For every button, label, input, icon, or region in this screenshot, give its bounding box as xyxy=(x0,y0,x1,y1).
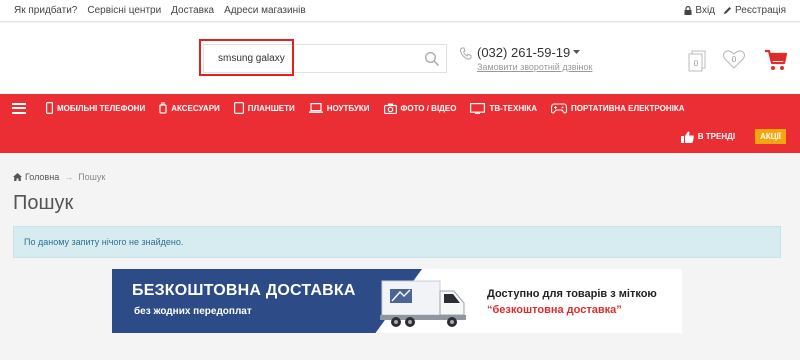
category-nav-row: МОБІЛЬНІ ТЕЛЕФОНИ АКСЕСУАРИ ПЛАНШЕТИ НОУ… xyxy=(12,102,699,114)
camera-icon xyxy=(383,103,397,114)
phone-block: (032) 261-59-19 Замовити зворотній дзвін… xyxy=(459,45,592,72)
breadcrumb-home[interactable]: Головна xyxy=(13,172,59,182)
banner-note-line2: “безкоштовна доставка” xyxy=(487,304,622,316)
menu-icon[interactable] xyxy=(12,102,26,114)
nav-item-label: ПОРТАТИВНА ЕЛЕКТРОНІКА xyxy=(570,103,685,113)
link-store-addresses[interactable]: Адреси магазинів xyxy=(224,5,306,16)
register-link[interactable]: Реєстрація xyxy=(723,5,786,16)
compare-button[interactable]: 0 xyxy=(686,48,710,72)
wishlist-button[interactable]: 0 xyxy=(722,48,746,72)
breadcrumb: Головна → Пошук xyxy=(13,172,105,182)
breadcrumb-arrow-icon: → xyxy=(64,172,74,182)
link-service-centers[interactable]: Сервісні центри xyxy=(87,5,161,16)
nav-item-label: МОБІЛЬНІ ТЕЛЕФОНИ xyxy=(57,103,146,113)
nav-item-label: ФОТО / ВІДЕО xyxy=(400,103,457,113)
nav-item-laptops[interactable]: НОУТБУКИ xyxy=(308,103,370,113)
no-results-alert: По даному запиту нічого не знайдено. xyxy=(13,226,781,258)
phone-icon xyxy=(46,102,53,114)
nav-item-accessories[interactable]: АКСЕСУАРИ xyxy=(159,102,220,114)
info-links: Як придбати? Сервісні центри Доставка Ад… xyxy=(14,5,306,16)
cart-icon xyxy=(765,49,788,70)
wishlist-count: 0 xyxy=(731,55,737,64)
nav-item-tv[interactable]: ТВ-ТЕХНІКА xyxy=(470,102,537,114)
laptop-icon xyxy=(308,103,323,113)
header-icons: 0 0 xyxy=(686,48,788,72)
top-links-bar: Як придбати? Сервісні центри Доставка Ад… xyxy=(0,0,800,22)
callback-link[interactable]: Замовити зворотній дзвінок xyxy=(477,62,592,72)
nav-extra-row: В ТРЕНДІ АКЦІЇ xyxy=(680,129,786,144)
nav-item-tablets[interactable]: ПЛАНШЕТИ xyxy=(233,102,295,114)
sale-badge[interactable]: АКЦІЇ xyxy=(755,129,786,144)
login-link[interactable]: Вхід xyxy=(684,5,715,16)
nav-item-portable-electronics[interactable]: ПОРТАТИВНА ЕЛЕКТРОНІКА xyxy=(550,102,685,114)
chevron-down-icon[interactable] xyxy=(573,50,581,55)
banner-subtitle: без жодних передоплат xyxy=(134,306,252,317)
pencil-icon xyxy=(724,7,732,14)
login-label: Вхід xyxy=(695,5,716,16)
register-label: Реєстрація xyxy=(735,5,786,16)
category-nav: МОБІЛЬНІ ТЕЛЕФОНИ АКСЕСУАРИ ПЛАНШЕТИ НОУ… xyxy=(0,94,800,153)
breadcrumb-current: Пошук xyxy=(78,172,106,182)
home-icon xyxy=(13,173,22,181)
link-delivery[interactable]: Доставка xyxy=(171,5,214,16)
banner-title: БЕЗКОШТОВНА ДОСТАВКА xyxy=(132,282,356,299)
nav-item-photo-video[interactable]: ФОТО / ВІДЕО xyxy=(383,103,457,114)
search-icon[interactable] xyxy=(424,51,440,67)
free-delivery-banner[interactable]: БЕЗКОШТОВНА ДОСТАВКА без жодних передопл… xyxy=(112,269,682,333)
auth-links: Вхід Реєстрація xyxy=(684,5,786,16)
phone-handset-icon xyxy=(459,47,472,60)
thumbs-up-icon xyxy=(680,131,694,143)
trends-label: В ТРЕНДІ xyxy=(697,132,736,141)
truck-icon xyxy=(380,280,466,327)
lock-icon xyxy=(684,6,692,15)
tv-icon xyxy=(470,102,486,114)
compare-count: 0 xyxy=(693,59,699,68)
page-title: Пошук xyxy=(13,192,74,214)
search-bar xyxy=(203,44,447,73)
site-header: (032) 261-59-19 Замовити зворотній дзвін… xyxy=(0,23,800,94)
phone-number[interactable]: (032) 261-59-19 xyxy=(477,45,570,60)
accessories-icon xyxy=(159,102,167,114)
trends-link[interactable]: В ТРЕНДІ xyxy=(680,131,736,143)
nav-item-label: АКСЕСУАРИ xyxy=(171,103,220,113)
nav-item-label: НОУТБУКИ xyxy=(326,103,370,113)
banner-note-line1: Доступно для товарів з міткою xyxy=(487,288,657,300)
banner-blue-panel xyxy=(112,269,422,333)
nav-item-label: ПЛАНШЕТИ xyxy=(247,103,295,113)
search-input[interactable] xyxy=(204,53,414,64)
tablet-icon xyxy=(233,102,244,114)
nav-item-label: ТВ-ТЕХНІКА xyxy=(489,103,537,113)
gamepad-icon xyxy=(550,102,567,114)
cart-button[interactable] xyxy=(764,48,788,72)
nav-item-phones[interactable]: МОБІЛЬНІ ТЕЛЕФОНИ xyxy=(46,102,145,114)
link-how-to-buy[interactable]: Як придбати? xyxy=(14,5,77,16)
breadcrumb-home-label: Головна xyxy=(25,172,60,182)
